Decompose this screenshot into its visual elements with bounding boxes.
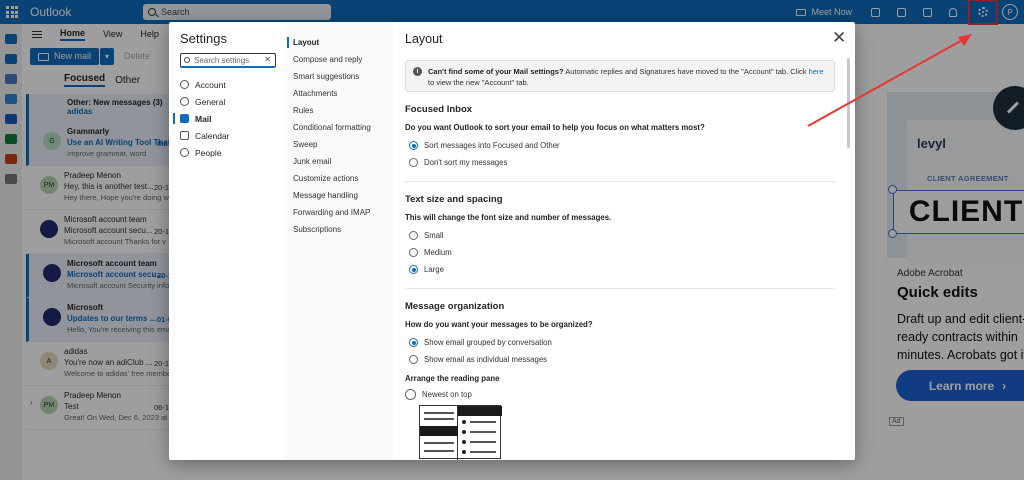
info-banner-text-after: to view the new "Account" tab. (428, 78, 529, 87)
message-organization-section: Message organization How do you want you… (405, 301, 835, 460)
radio-option[interactable]: Sort messages into Focused and Other (405, 137, 835, 154)
info-banner-link[interactable]: here (809, 67, 824, 76)
info-banner-text: Automatic replies and Signatures have mo… (563, 67, 809, 76)
radio-option[interactable]: Medium (405, 244, 835, 261)
person-icon (180, 80, 189, 89)
radio-button[interactable] (405, 389, 416, 400)
section-question: How do you want your messages to be orga… (405, 320, 593, 329)
radio-button[interactable] (409, 231, 418, 240)
radio-label: Sort messages into Focused and Other (424, 141, 560, 150)
info-icon: i (413, 67, 422, 76)
settings-category-label: Mail (195, 113, 212, 124)
focused-inbox-section: Focused Inbox Do you want Outlook to sor… (405, 104, 835, 171)
settings-subcategory-sweep[interactable]: Sweep (285, 136, 393, 153)
radio-label: Don't sort my messages (424, 158, 508, 167)
settings-search-input[interactable]: Search settings ✕ (180, 53, 276, 68)
settings-category-people[interactable]: People (169, 144, 285, 161)
settings-subcategory-rules[interactable]: Rules (285, 102, 393, 119)
settings-category-label: People (195, 147, 222, 158)
settings-subcategory-customize-actions[interactable]: Customize actions (285, 170, 393, 187)
search-icon (184, 57, 190, 63)
settings-subcategory-message-handling[interactable]: Message handling (285, 187, 393, 204)
settings-category-label: Account (195, 79, 226, 90)
settings-category-general[interactable]: General (169, 93, 285, 110)
settings-dialog: Settings Search settings ✕ Account Genera… (169, 22, 855, 460)
settings-category-label: General (195, 96, 226, 107)
settings-category-account[interactable]: Account (169, 76, 285, 93)
settings-subcategory-smart-suggestions[interactable]: Smart suggestions (285, 68, 393, 85)
radio-option[interactable]: Newest on top (405, 386, 835, 403)
settings-category-calendar[interactable]: Calendar (169, 127, 285, 144)
clear-search-icon[interactable]: ✕ (264, 55, 271, 64)
radio-button[interactable] (409, 248, 418, 257)
radio-label: Large (424, 265, 444, 274)
settings-category-label: Calendar (195, 130, 230, 141)
settings-content-pane: Layout ✕ i Can't find some of your Mail … (393, 22, 855, 460)
section-question: This will change the font size and numbe… (405, 213, 612, 222)
radio-button[interactable] (409, 141, 418, 150)
settings-subcategory-forwarding-and-imap[interactable]: Forwarding and IMAP (285, 204, 393, 221)
info-banner-bold: Can't find some of your Mail settings? (428, 67, 564, 76)
settings-subcategory-layout[interactable]: Layout (285, 34, 393, 51)
radio-label: Medium (424, 248, 452, 257)
section-heading: Message organization (405, 301, 505, 312)
radio-button[interactable] (409, 265, 418, 274)
mail-icon (180, 114, 189, 123)
section-heading: Focused Inbox (405, 104, 473, 115)
radio-button[interactable] (409, 158, 418, 167)
reading-pane-label: Arrange the reading pane (405, 374, 500, 383)
divider (405, 181, 835, 182)
settings-page-title: Layout (405, 32, 443, 46)
divider (405, 288, 835, 289)
settings-title: Settings (180, 31, 227, 46)
radio-label: Newest on top (422, 390, 472, 399)
info-banner: i Can't find some of your Mail settings?… (405, 60, 835, 92)
radio-option[interactable]: Show email as individual messages (405, 351, 835, 368)
radio-label: Show email as individual messages (424, 355, 548, 364)
settings-search-placeholder: Search settings (194, 55, 250, 65)
calendar-icon (180, 131, 189, 140)
settings-subcategory-attachments[interactable]: Attachments (285, 85, 393, 102)
settings-categories-pane: Settings Search settings ✕ Account Genera… (169, 22, 285, 460)
radio-option[interactable]: Large (405, 261, 835, 278)
radio-label: Small (424, 231, 444, 240)
reading-pane-illustration (419, 405, 502, 460)
settings-subcategory-subscriptions[interactable]: Subscriptions (285, 221, 393, 238)
section-question: Do you want Outlook to sort your email t… (405, 123, 705, 132)
settings-scroll-area: i Can't find some of your Mail settings?… (405, 60, 835, 460)
radio-option[interactable]: Small (405, 227, 835, 244)
section-heading: Text size and spacing (405, 194, 503, 205)
radio-button[interactable] (409, 338, 418, 347)
settings-category-list: Account General Mail Calendar People (169, 76, 285, 161)
text-size-section: Text size and spacing This will change t… (405, 194, 835, 278)
settings-subcategories-pane: Layout Compose and reply Smart suggestions… (285, 22, 393, 460)
settings-subcategory-junk-email[interactable]: Junk email (285, 153, 393, 170)
close-icon[interactable]: ✕ (832, 29, 846, 46)
settings-subcategory-conditional-formatting[interactable]: Conditional formatting (285, 119, 393, 136)
radio-option[interactable]: Show email grouped by conversation (405, 334, 835, 351)
settings-scrollbar[interactable] (847, 58, 850, 148)
radio-button[interactable] (409, 355, 418, 364)
people-icon (180, 148, 189, 157)
gear-icon (180, 97, 189, 106)
settings-category-mail[interactable]: Mail (169, 110, 285, 127)
radio-label: Show email grouped by conversation (424, 338, 552, 347)
settings-subcategory-list: Layout Compose and reply Smart suggestions… (285, 34, 393, 238)
settings-subcategory-compose-and-reply[interactable]: Compose and reply (285, 51, 393, 68)
radio-option[interactable]: Don't sort my messages (405, 154, 835, 171)
